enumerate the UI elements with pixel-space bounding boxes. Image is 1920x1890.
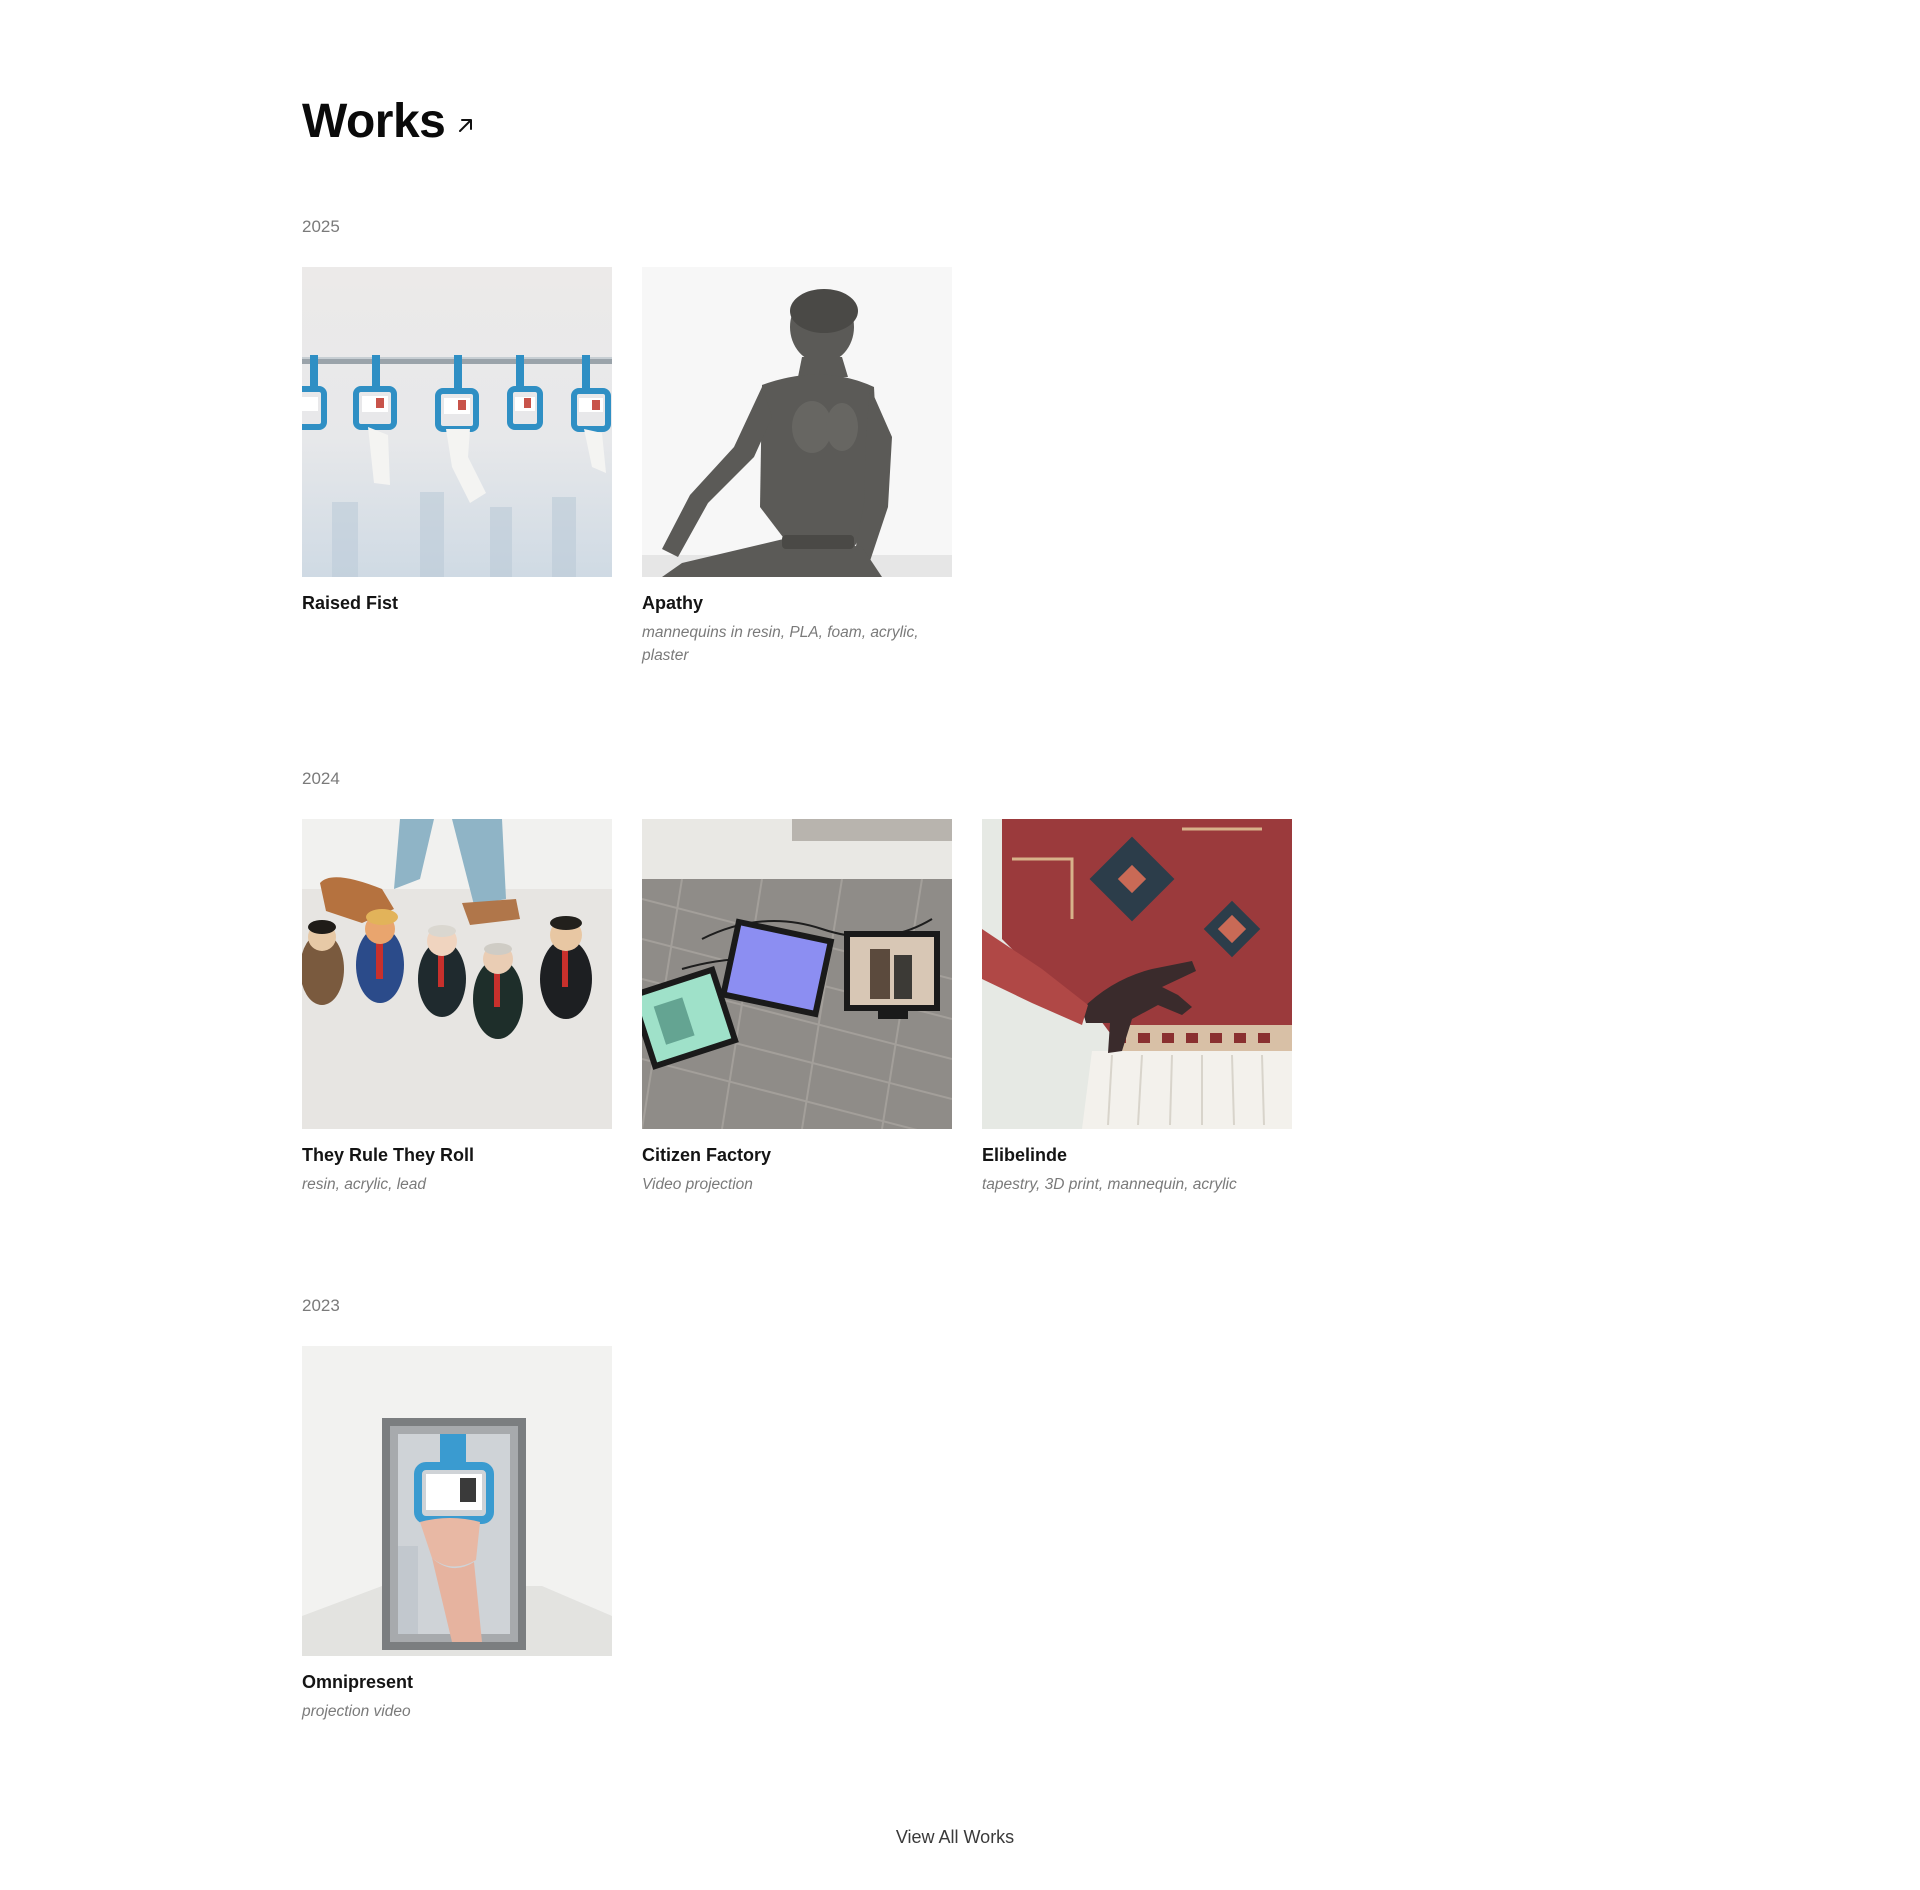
work-medium: tapestry, 3D print, mannequin, acrylic (982, 1175, 1237, 1193)
work-title[interactable]: They Rule They Roll (302, 1144, 612, 1167)
work-card-they-rule-they-roll[interactable]: They Rule They Roll resin, acrylic, lead (302, 819, 612, 1196)
year-label-2025: 2025 (302, 217, 340, 236)
work-medium: Video projection (642, 1175, 753, 1193)
work-medium: mannequins in resin, PLA, foam, acrylic,… (642, 623, 919, 664)
year-label-2024: 2024 (302, 769, 340, 788)
work-thumbnail-citizen-factory[interactable] (642, 819, 952, 1129)
work-medium: projection video (302, 1702, 411, 1720)
work-thumbnail-apathy[interactable] (642, 267, 952, 577)
work-card-raised-fist[interactable]: Raised Fist (302, 267, 612, 615)
work-title[interactable]: Apathy (642, 592, 952, 615)
arrow-up-right-icon[interactable] (455, 114, 477, 136)
work-thumbnail-omnipresent[interactable] (302, 1346, 612, 1656)
work-card-elibelinde[interactable]: Elibelinde tapestry, 3D print, mannequin… (982, 819, 1292, 1196)
work-card-citizen-factory[interactable]: Citizen Factory Video projection (642, 819, 952, 1196)
works-header[interactable]: Works (302, 98, 477, 146)
work-title[interactable]: Citizen Factory (642, 1144, 952, 1167)
work-thumbnail-raised-fist[interactable] (302, 267, 612, 577)
work-title[interactable]: Omnipresent (302, 1671, 612, 1694)
work-card-apathy[interactable]: Apathy mannequins in resin, PLA, foam, a… (642, 267, 952, 667)
work-thumbnail-elibelinde[interactable] (982, 819, 1292, 1129)
work-medium: resin, acrylic, lead (302, 1175, 427, 1193)
view-all-works-container: View All Works (0, 1827, 1910, 1848)
page-title[interactable]: Works (302, 98, 446, 146)
year-label-2023: 2023 (302, 1296, 340, 1315)
work-thumbnail-they-rule-they-roll[interactable] (302, 819, 612, 1129)
work-card-omnipresent[interactable]: Omnipresent projection video (302, 1346, 612, 1723)
work-title[interactable]: Elibelinde (982, 1144, 1292, 1167)
works-page: Works 2025 Raised Fist Apathy mannequins… (0, 0, 1920, 1890)
work-title[interactable]: Raised Fist (302, 592, 612, 615)
view-all-works-link[interactable]: View All Works (896, 1827, 1014, 1847)
